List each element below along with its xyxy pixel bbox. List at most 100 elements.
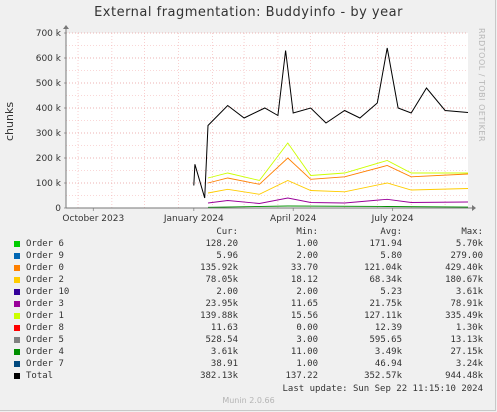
legend-series-name: Order 3 — [26, 299, 64, 309]
legend-row: Order 8 11.63 0.00 12.39 1.30k — [0, 322, 497, 334]
legend-avg-value: 352.57k — [364, 371, 402, 381]
legend-max-value: 1.30k — [455, 323, 483, 333]
legend-avg-value: 68.34k — [369, 275, 402, 285]
legend-series-name: Order 2 — [26, 275, 64, 285]
legend-min-value: 15.56 — [290, 311, 318, 321]
legend-min-value: 0.00 — [296, 323, 318, 333]
legend-swatch — [14, 265, 20, 271]
legend-row: Order 7 38.91 1.00 46.94 3.24k — [0, 358, 497, 370]
legend-header-min: Min: — [296, 227, 318, 237]
legend-cur-value: 5.96 — [216, 251, 238, 261]
legend-max-value: 429.40k — [445, 263, 483, 273]
legend-row: Order 6 128.20 1.00 171.94 5.70k — [0, 238, 497, 250]
legend-cur-value: 382.13k — [200, 371, 238, 381]
legend-series-name: Order 6 — [26, 239, 64, 249]
y-tick-label: 300 k — [36, 129, 62, 139]
legend-row: Order 1 139.88k 15.56 127.11k 335.49k — [0, 310, 497, 322]
legend-header-cur: Cur: — [216, 227, 238, 237]
legend-header: Cur: Min: Avg: Max: — [0, 226, 497, 238]
legend-series-name: Order 10 — [26, 287, 70, 297]
x-tick-label: April 2024 — [270, 214, 317, 224]
legend-max-value: 78.91k — [450, 299, 483, 309]
legend-avg-value: 595.65 — [369, 335, 402, 345]
x-axis-arrow — [472, 205, 476, 211]
legend-max-value: 180.67k — [445, 275, 483, 285]
munin-version: Munin 2.0.66 — [222, 396, 275, 405]
legend-min-value: 2.00 — [296, 251, 318, 261]
legend-max-value: 3.61k — [455, 287, 483, 297]
legend-avg-value: 21.75k — [369, 299, 402, 309]
legend-min-value: 11.00 — [290, 347, 318, 357]
legend-min-value: 1.00 — [296, 359, 318, 369]
legend-cur-value: 38.91 — [210, 359, 238, 369]
legend-min-value: 137.22 — [285, 371, 318, 381]
legend-row: Order 5 528.54 3.00 595.65 13.13k — [0, 334, 497, 346]
legend-avg-value: 12.39 — [374, 323, 402, 333]
legend-swatch — [14, 289, 20, 295]
legend-max-value: 944.48k — [445, 371, 483, 381]
legend-row: Order 9 5.96 2.00 5.80 279.00 — [0, 250, 497, 262]
legend-swatch — [14, 253, 20, 259]
legend-series-name: Order 8 — [26, 323, 64, 333]
legend-swatch — [14, 373, 20, 379]
y-tick-label: 600 k — [36, 54, 62, 64]
last-update: Last update: Sun Sep 22 11:15:10 2024 — [282, 384, 483, 394]
legend-cur-value: 135.92k — [200, 263, 238, 273]
legend-avg-value: 3.49k — [374, 347, 402, 357]
legend-min-value: 3.00 — [296, 335, 318, 345]
legend-avg-value: 5.80 — [380, 251, 402, 261]
legend-series-name: Order 7 — [26, 359, 64, 369]
legend-min-value: 11.65 — [290, 299, 318, 309]
y-tick-label: 0 — [55, 204, 61, 214]
x-tick-label: July 2024 — [371, 214, 414, 224]
legend-cur-value: 139.88k — [200, 311, 238, 321]
legend-avg-value: 121.04k — [364, 263, 402, 273]
legend-cur-value: 2.00 — [216, 287, 238, 297]
legend-min-value: 18.12 — [290, 275, 318, 285]
legend-max-value: 3.24k — [455, 359, 483, 369]
legend-header-avg: Avg: — [380, 227, 402, 237]
legend-max-value: 5.70k — [455, 239, 483, 249]
legend-avg-value: 5.23 — [380, 287, 402, 297]
legend-swatch — [14, 337, 20, 343]
legend-series-name: Total — [26, 371, 54, 381]
y-tick-label: 100 k — [36, 179, 62, 189]
legend-row: Total 382.13k 137.22 352.57k 944.48k — [0, 370, 497, 382]
legend-series-name: Order 0 — [26, 263, 64, 273]
legend-swatch — [14, 241, 20, 247]
legend-series-name: Order 1 — [26, 311, 64, 321]
legend-row: Order 0 135.92k 33.70 121.04k 429.40k — [0, 262, 497, 274]
legend-min-value: 2.00 — [296, 287, 318, 297]
legend-swatch — [14, 361, 20, 367]
x-tick-label: January 2024 — [163, 214, 224, 224]
legend-row: Order 3 23.95k 11.65 21.75k 78.91k — [0, 298, 497, 310]
legend-cur-value: 528.54 — [205, 335, 238, 345]
y-tick-label: 700 k — [36, 29, 62, 39]
legend-row: Order 4 3.61k 11.00 3.49k 27.15k — [0, 346, 497, 358]
legend-avg-value: 127.11k — [364, 311, 402, 321]
legend-cur-value: 78.05k — [205, 275, 238, 285]
legend-cur-value: 128.20 — [205, 239, 238, 249]
legend-avg-value: 46.94 — [374, 359, 402, 369]
legend-swatch — [14, 277, 20, 283]
legend-avg-value: 171.94 — [369, 239, 402, 249]
legend-series-name: Order 9 — [26, 251, 64, 261]
legend-cur-value: 11.63 — [210, 323, 238, 333]
legend-row: Order 10 2.00 2.00 5.23 3.61k — [0, 286, 497, 298]
legend-swatch — [14, 349, 20, 355]
legend-cur-value: 23.95k — [205, 299, 238, 309]
legend-max-value: 13.13k — [450, 335, 483, 345]
legend-min-value: 1.00 — [296, 239, 318, 249]
legend-row: Order 2 78.05k 18.12 68.34k 180.67k — [0, 274, 497, 286]
legend-cur-value: 3.61k — [210, 347, 238, 357]
legend-series-name: Order 4 — [26, 347, 64, 357]
chart-plot: 0 100 k 200 k 300 k 400 k 500 k 600 k 700 k Octo… — [36, 25, 476, 224]
y-tick-label: 400 k — [36, 104, 62, 114]
legend-swatch — [14, 313, 20, 319]
x-tick-label: October 2023 — [62, 214, 124, 224]
legend-header-max: Max: — [461, 227, 483, 237]
y-tick-label: 200 k — [36, 154, 62, 164]
legend-swatch — [14, 325, 20, 331]
legend-swatch — [14, 301, 20, 307]
legend-max-value: 335.49k — [445, 311, 483, 321]
